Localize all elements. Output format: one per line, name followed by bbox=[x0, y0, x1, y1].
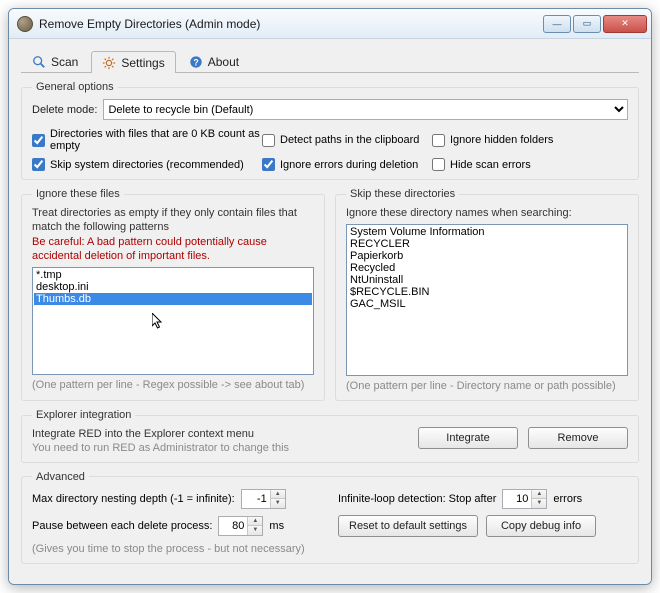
group-explorer: Explorer integration Integrate RED into … bbox=[21, 409, 639, 462]
pause-spinner[interactable]: ▲▼ bbox=[218, 516, 263, 536]
close-button[interactable]: ✕ bbox=[603, 15, 647, 33]
spin-up-icon[interactable]: ▲ bbox=[271, 490, 285, 500]
check-zero-kb-input[interactable] bbox=[32, 134, 45, 147]
check-zero-kb-label: Directories with files that are 0 KB cou… bbox=[50, 128, 262, 152]
nesting-input[interactable] bbox=[242, 490, 270, 508]
list-item[interactable]: $RECYCLE.BIN bbox=[348, 286, 626, 298]
tab-settings[interactable]: Settings bbox=[91, 51, 175, 73]
svg-text:?: ? bbox=[193, 57, 198, 67]
check-ignore-errors-input[interactable] bbox=[262, 158, 275, 171]
check-ignore-errors[interactable]: Ignore errors during deletion bbox=[262, 158, 432, 171]
check-hide-scan-errors-label: Hide scan errors bbox=[450, 159, 531, 171]
check-detect-clipboard[interactable]: Detect paths in the clipboard bbox=[262, 128, 432, 152]
check-detect-clipboard-label: Detect paths in the clipboard bbox=[280, 134, 419, 146]
app-icon bbox=[17, 16, 33, 32]
remove-button[interactable]: Remove bbox=[528, 427, 628, 449]
loop-spinner[interactable]: ▲▼ bbox=[502, 489, 547, 509]
loop-unit: errors bbox=[553, 493, 582, 505]
integrate-button[interactable]: Integrate bbox=[418, 427, 518, 449]
app-window: Remove Empty Directories (Admin mode) — … bbox=[8, 8, 652, 585]
list-item[interactable]: desktop.ini bbox=[34, 281, 312, 293]
spin-up-icon[interactable]: ▲ bbox=[532, 490, 546, 500]
nesting-spinner[interactable]: ▲▼ bbox=[241, 489, 286, 509]
group-explorer-legend: Explorer integration bbox=[32, 409, 135, 421]
gear-icon bbox=[102, 56, 116, 70]
skip-dirs-hint: (One pattern per line - Directory name o… bbox=[346, 380, 628, 392]
client-area: Scan Settings ? About General options De… bbox=[9, 39, 651, 584]
window-title: Remove Empty Directories (Admin mode) bbox=[39, 17, 543, 31]
group-ignore-files-legend: Ignore these files bbox=[32, 188, 124, 200]
check-ignore-errors-label: Ignore errors during deletion bbox=[280, 159, 418, 171]
ignore-files-warning: Be careful: A bad pattern could potentia… bbox=[32, 235, 314, 264]
delete-mode-label: Delete mode: bbox=[32, 104, 97, 116]
ignore-files-desc: Treat directories as empty if they only … bbox=[32, 206, 314, 235]
check-skip-system[interactable]: Skip system directories (recommended) bbox=[32, 158, 262, 171]
skip-dirs-list[interactable]: System Volume InformationRECYCLERPapierk… bbox=[346, 224, 628, 376]
window-buttons: — ▭ ✕ bbox=[543, 15, 647, 33]
list-item[interactable]: GAC_MSIL bbox=[348, 298, 626, 310]
maximize-button[interactable]: ▭ bbox=[573, 15, 601, 33]
ignore-files-list[interactable]: *.tmpdesktop.iniThumbs.db bbox=[32, 267, 314, 375]
list-item[interactable]: NtUninstall bbox=[348, 274, 626, 286]
spin-down-icon[interactable]: ▼ bbox=[248, 526, 262, 535]
check-zero-kb[interactable]: Directories with files that are 0 KB cou… bbox=[32, 128, 262, 152]
pause-label: Pause between each delete process: bbox=[32, 520, 212, 532]
explorer-line1: Integrate RED into the Explorer context … bbox=[32, 427, 408, 441]
tab-scan[interactable]: Scan bbox=[21, 50, 89, 72]
list-item[interactable]: System Volume Information bbox=[348, 226, 626, 238]
delete-mode-select[interactable]: Delete to recycle bin (Default) bbox=[103, 99, 628, 120]
tab-settings-label: Settings bbox=[121, 56, 164, 70]
help-icon: ? bbox=[189, 55, 203, 69]
group-skip-dirs: Skip these directories Ignore these dire… bbox=[335, 188, 639, 401]
check-ignore-hidden-label: Ignore hidden folders bbox=[450, 134, 553, 146]
skip-dirs-desc: Ignore these directory names when search… bbox=[346, 206, 628, 220]
list-item[interactable]: *.tmp bbox=[34, 269, 312, 281]
group-ignore-files: Ignore these files Treat directories as … bbox=[21, 188, 325, 401]
reset-defaults-button[interactable]: Reset to default settings bbox=[338, 515, 478, 537]
check-skip-system-input[interactable] bbox=[32, 158, 45, 171]
explorer-line2: You need to run RED as Administrator to … bbox=[32, 442, 408, 454]
spin-down-icon[interactable]: ▼ bbox=[271, 499, 285, 508]
list-item[interactable]: Papierkorb bbox=[348, 250, 626, 262]
loop-label: Infinite-loop detection: Stop after bbox=[338, 493, 496, 505]
pause-hint: (Gives you time to stop the process - bu… bbox=[32, 543, 322, 555]
tab-scan-label: Scan bbox=[51, 55, 78, 69]
group-advanced: Advanced Max directory nesting depth (-1… bbox=[21, 471, 639, 564]
check-skip-system-label: Skip system directories (recommended) bbox=[50, 159, 244, 171]
check-hide-scan-errors[interactable]: Hide scan errors bbox=[432, 158, 592, 171]
list-item[interactable]: RECYCLER bbox=[348, 238, 626, 250]
titlebar[interactable]: Remove Empty Directories (Admin mode) — … bbox=[9, 9, 651, 39]
minimize-button[interactable]: — bbox=[543, 15, 571, 33]
tab-about-label: About bbox=[208, 55, 239, 69]
check-ignore-hidden[interactable]: Ignore hidden folders bbox=[432, 128, 592, 152]
tab-strip: Scan Settings ? About bbox=[21, 49, 639, 73]
check-ignore-hidden-input[interactable] bbox=[432, 134, 445, 147]
group-general-legend: General options bbox=[32, 81, 118, 93]
list-item[interactable]: Recycled bbox=[348, 262, 626, 274]
nesting-label: Max directory nesting depth (-1 = infini… bbox=[32, 493, 235, 505]
tab-about[interactable]: ? About bbox=[178, 50, 250, 72]
list-item[interactable]: Thumbs.db bbox=[34, 293, 312, 305]
search-icon bbox=[32, 55, 46, 69]
group-general: General options Delete mode: Delete to r… bbox=[21, 81, 639, 180]
loop-input[interactable] bbox=[503, 490, 531, 508]
pause-input[interactable] bbox=[219, 517, 247, 535]
spin-down-icon[interactable]: ▼ bbox=[532, 499, 546, 508]
group-advanced-legend: Advanced bbox=[32, 471, 89, 483]
group-skip-dirs-legend: Skip these directories bbox=[346, 188, 459, 200]
pause-unit: ms bbox=[269, 520, 284, 532]
check-detect-clipboard-input[interactable] bbox=[262, 134, 275, 147]
copy-debug-button[interactable]: Copy debug info bbox=[486, 515, 596, 537]
spin-up-icon[interactable]: ▲ bbox=[248, 517, 262, 527]
check-hide-scan-errors-input[interactable] bbox=[432, 158, 445, 171]
ignore-files-hint: (One pattern per line - Regex possible -… bbox=[32, 379, 314, 391]
